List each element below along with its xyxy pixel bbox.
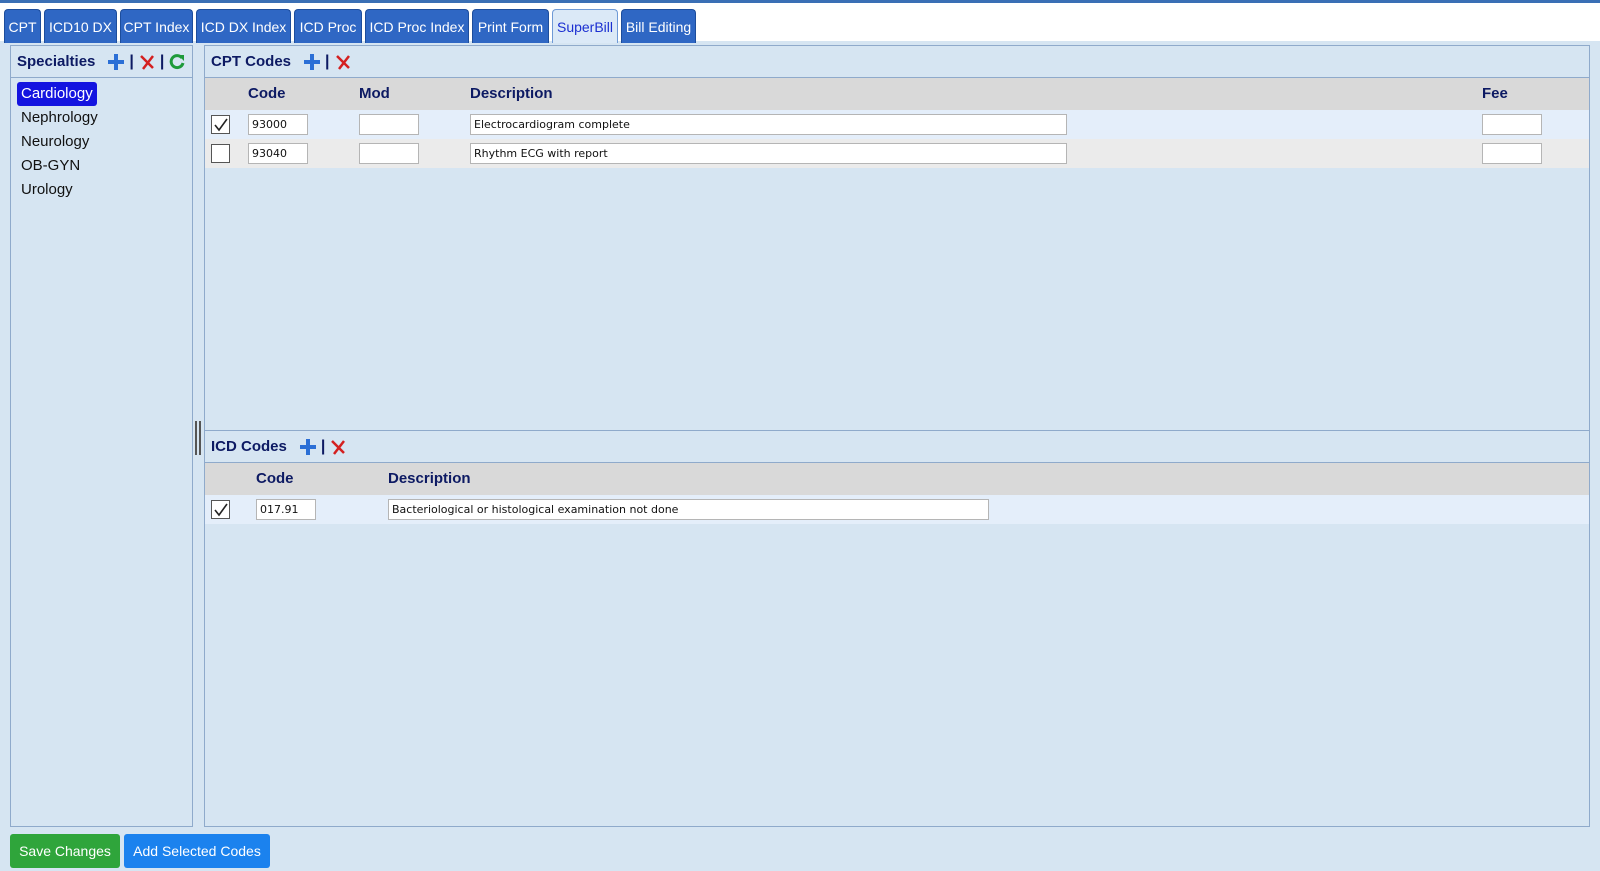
cpt-code-field[interactable]: 93040: [248, 143, 308, 164]
icd-section: ICD Codes | Code Description 017.91 Bact…: [205, 430, 1589, 826]
specialty-item-neurology[interactable]: Neurology: [17, 130, 93, 154]
icd-description-field[interactable]: Bacteriological or histological examinat…: [388, 499, 989, 520]
delete-cpt-icon[interactable]: [334, 53, 352, 71]
tab-icd10-dx[interactable]: ICD10 DX: [44, 9, 117, 43]
specialty-item-nephrology[interactable]: Nephrology: [17, 106, 102, 130]
cpt-mod-column: Mod: [359, 85, 390, 102]
icd-row[interactable]: 017.91 Bacteriological or histological e…: [205, 495, 1589, 524]
tab-icd-dx-index[interactable]: ICD DX Index: [196, 9, 291, 43]
tab-print-form[interactable]: Print Form: [472, 9, 549, 43]
specialty-item-cardiology[interactable]: Cardiology: [17, 82, 97, 106]
tab-bill-editing[interactable]: Bill Editing: [621, 9, 696, 43]
add-specialty-icon[interactable]: [107, 53, 125, 71]
tab-icd-proc-index[interactable]: ICD Proc Index: [365, 9, 469, 43]
cpt-fee-field[interactable]: [1482, 143, 1542, 164]
specialties-title: Specialties: [17, 53, 96, 70]
specialties-panel: Specialties | | Cardiology Nephrology Ne…: [10, 45, 193, 827]
tab-icd-proc[interactable]: ICD Proc: [294, 9, 362, 43]
save-changes-button[interactable]: Save Changes: [10, 834, 120, 868]
cpt-mod-field[interactable]: [359, 114, 419, 135]
icd-title: ICD Codes: [211, 438, 287, 455]
icd-code-field[interactable]: 017.91: [256, 499, 316, 520]
cpt-code-column: Code: [248, 85, 286, 102]
tab-cpt[interactable]: CPT: [4, 9, 41, 43]
separator: |: [159, 52, 165, 70]
row-checkbox[interactable]: [211, 144, 230, 163]
cpt-code-field[interactable]: 93000: [248, 114, 308, 135]
cpt-description-column: Description: [470, 85, 553, 102]
panel-splitter-handle[interactable]: [194, 421, 202, 455]
delete-specialty-icon[interactable]: [138, 53, 156, 71]
cpt-column-header: Code Mod Description Fee: [205, 78, 1589, 110]
row-checkbox[interactable]: [211, 115, 230, 134]
refresh-icon[interactable]: [168, 53, 186, 71]
codes-panel: CPT Codes | Code Mod Description Fee 930…: [204, 45, 1590, 827]
cpt-fee-column: Fee: [1482, 85, 1508, 102]
icd-column-header: Code Description: [205, 463, 1589, 495]
cpt-row[interactable]: 93040 Rhythm ECG with report: [205, 139, 1589, 168]
tab-cpt-index[interactable]: CPT Index: [120, 9, 193, 43]
icd-code-column: Code: [256, 470, 294, 487]
separator: |: [320, 437, 326, 455]
delete-icd-icon[interactable]: [329, 438, 347, 456]
cpt-header: CPT Codes |: [205, 46, 1589, 78]
specialties-header: Specialties | |: [11, 46, 192, 78]
cpt-description-field[interactable]: Electrocardiogram complete: [470, 114, 1067, 135]
add-icd-icon[interactable]: [299, 438, 317, 456]
specialties-list: Cardiology Nephrology Neurology OB-GYN U…: [11, 78, 192, 206]
add-selected-codes-button[interactable]: Add Selected Codes: [124, 834, 270, 868]
icd-header: ICD Codes |: [205, 431, 1589, 463]
cpt-fee-field[interactable]: [1482, 114, 1542, 135]
specialty-item-urology[interactable]: Urology: [17, 178, 77, 202]
cpt-description-field[interactable]: Rhythm ECG with report: [470, 143, 1067, 164]
separator: |: [325, 52, 330, 70]
cpt-row[interactable]: 93000 Electrocardiogram complete: [205, 110, 1589, 139]
tab-superbill[interactable]: SuperBill: [552, 9, 618, 43]
icd-description-column: Description: [388, 470, 471, 487]
separator: |: [129, 52, 134, 70]
specialty-item-ob-gyn[interactable]: OB-GYN: [17, 154, 84, 178]
tab-bar: CPT ICD10 DX CPT Index ICD DX Index ICD …: [0, 3, 1600, 43]
cpt-mod-field[interactable]: [359, 143, 419, 164]
cpt-title: CPT Codes: [211, 53, 292, 70]
add-cpt-icon[interactable]: [303, 53, 321, 71]
row-checkbox[interactable]: [211, 500, 230, 519]
